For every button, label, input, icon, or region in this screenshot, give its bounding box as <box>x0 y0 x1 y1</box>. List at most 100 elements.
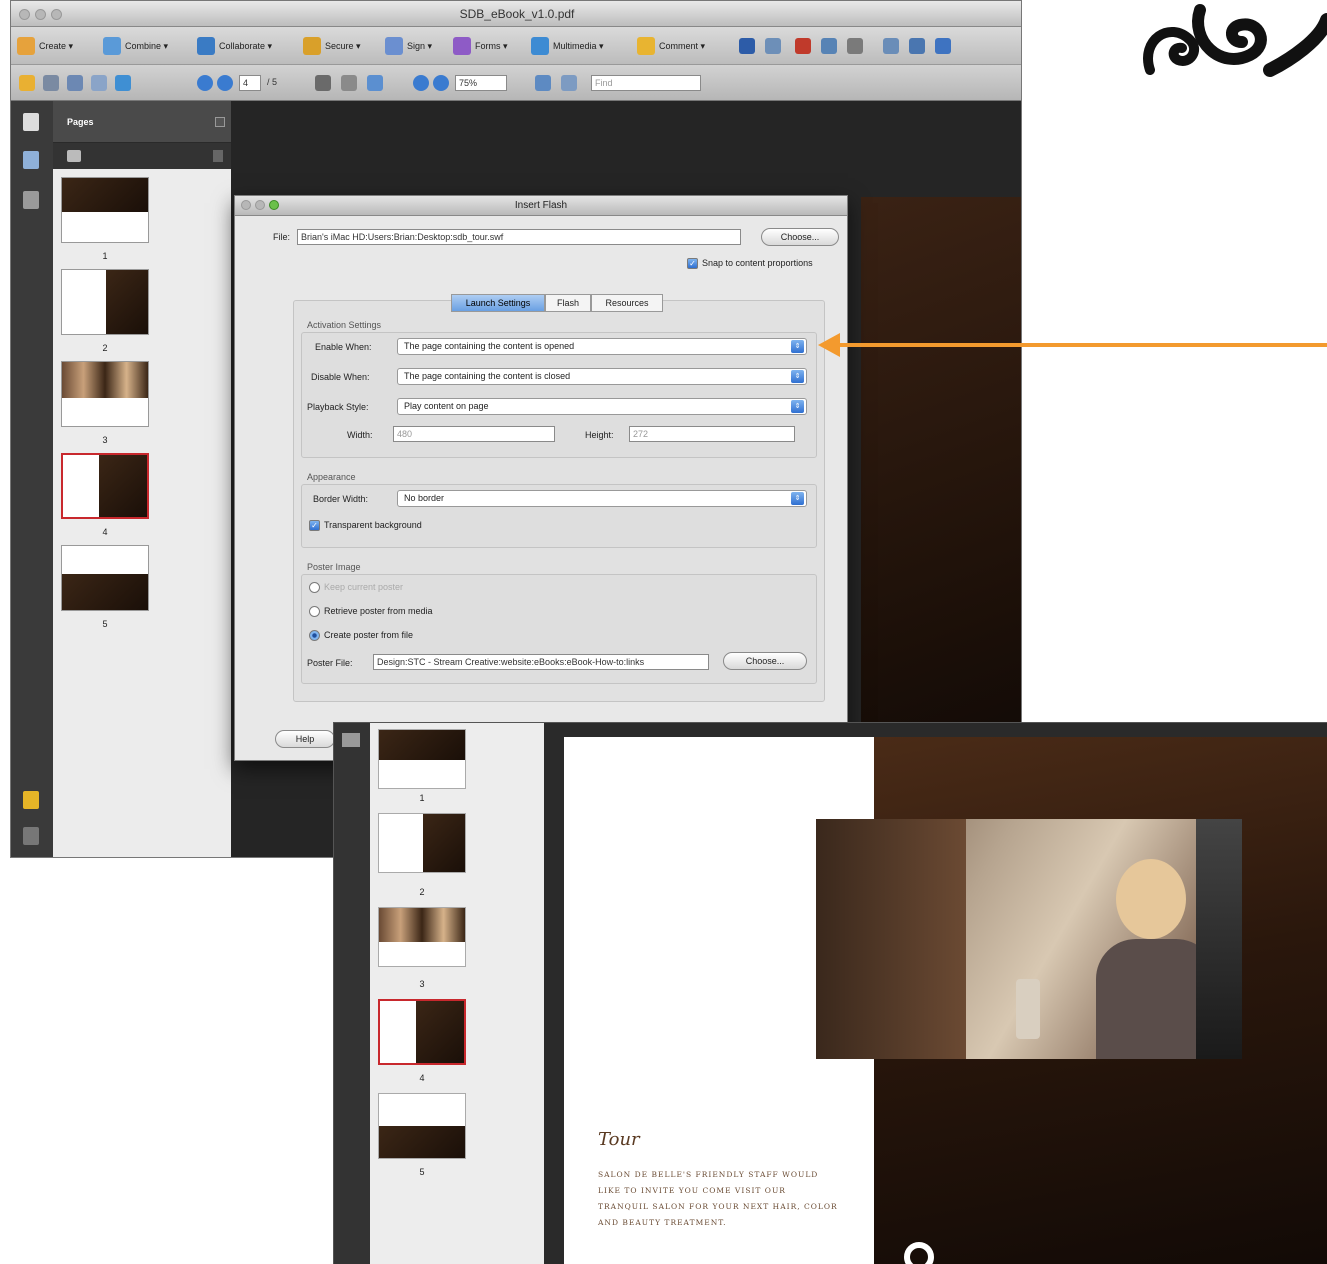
pages-panel-header: Pages <box>53 101 231 143</box>
create-button[interactable]: Create ▾ <box>17 37 73 55</box>
page-thumbnail[interactable] <box>378 907 466 967</box>
form-field-icon[interactable] <box>883 38 899 54</box>
border-width-select[interactable]: No border ⇕ <box>397 490 807 507</box>
keep-poster-radio[interactable]: Keep current poster <box>309 582 403 594</box>
dialog-title: Insert Flash <box>514 200 568 211</box>
tab-launch-settings[interactable]: Launch Settings <box>451 294 545 312</box>
page-number: 4 <box>419 1073 425 1083</box>
select-cursor-icon[interactable] <box>315 75 331 91</box>
comments-icon[interactable] <box>23 791 39 809</box>
height-input[interactable]: 272 <box>629 426 795 442</box>
page-number-input[interactable]: 4 <box>239 75 261 91</box>
forms-button[interactable]: Forms ▾ <box>453 37 508 55</box>
enable-when-label: Enable When: <box>315 342 372 352</box>
callout-arrow <box>838 343 1327 347</box>
photo-face-shape <box>1116 859 1186 939</box>
create-poster-radio[interactable]: Create poster from file <box>309 630 413 642</box>
swirl-logo-icon <box>1143 4 1327 77</box>
retrieve-poster-radio[interactable]: Retrieve poster from media <box>309 606 433 618</box>
width-input[interactable]: 480 <box>393 426 555 442</box>
globe-icon[interactable] <box>115 75 131 91</box>
find-input[interactable]: Find <box>591 75 701 91</box>
activation-settings-heading: Activation Settings <box>307 320 382 330</box>
pages-icon[interactable] <box>23 113 39 131</box>
page-thumbnail-selected[interactable] <box>61 453 149 519</box>
folder-icon[interactable] <box>19 75 35 91</box>
choose-file-button[interactable]: Choose... <box>761 228 839 246</box>
text-tool-icon[interactable] <box>795 38 811 54</box>
comment-button[interactable]: Comment ▾ <box>637 37 705 55</box>
attach-tool-icon[interactable] <box>847 38 863 54</box>
page-thumbnail[interactable] <box>378 729 466 789</box>
tour-heading: Tour <box>598 1129 640 1150</box>
combine-button[interactable]: Combine ▾ <box>103 37 168 55</box>
hand-icon[interactable] <box>341 75 357 91</box>
zoom-out-icon[interactable] <box>413 75 429 91</box>
sign-button[interactable]: Sign ▾ <box>385 37 432 55</box>
navigation-rail <box>334 723 370 1264</box>
photo-hair-shape <box>816 819 966 1059</box>
transparent-background-checkbox[interactable]: ✓ Transparent background <box>309 520 422 532</box>
panel-collapse-icon[interactable] <box>215 117 225 127</box>
tab-resources[interactable]: Resources <box>591 294 663 312</box>
link-tool-icon[interactable] <box>821 38 837 54</box>
help-button[interactable]: Help <box>275 730 335 748</box>
lock-icon <box>303 37 321 55</box>
dropdown-arrow-icon: ⇕ <box>791 340 804 353</box>
bookmarks-icon[interactable] <box>23 151 39 169</box>
page-number: 3 <box>102 435 108 445</box>
print-icon[interactable] <box>43 75 59 91</box>
page-thumbnail-selected[interactable] <box>378 999 466 1065</box>
full-screen-icon[interactable] <box>561 75 577 91</box>
salon-photo <box>816 819 1242 1059</box>
enable-when-select[interactable]: The page containing the content is opene… <box>397 338 807 355</box>
page-tool-icon[interactable] <box>909 38 925 54</box>
edit-tool-icon[interactable] <box>935 38 951 54</box>
fit-page-icon[interactable] <box>535 75 551 91</box>
photo-shelf-shape <box>1196 819 1242 1059</box>
previous-page-icon[interactable] <box>197 75 213 91</box>
checkbox-checked-icon: ✓ <box>309 520 320 532</box>
page-thumbnail[interactable] <box>378 1093 466 1159</box>
radio-icon <box>309 606 320 618</box>
page-total-label: / 5 <box>267 77 278 87</box>
pen-icon <box>385 37 403 55</box>
panel-divider[interactable] <box>544 723 564 1264</box>
navigation-rail <box>11 101 53 857</box>
multimedia-button[interactable]: Multimedia ▾ <box>531 37 604 55</box>
attachments-icon[interactable] <box>23 827 39 845</box>
choose-poster-button[interactable]: Choose... <box>723 652 807 670</box>
forms-icon <box>453 37 471 55</box>
page-thumbnail[interactable] <box>61 361 149 427</box>
poster-file-field[interactable]: Design:STC - Stream Creative:website:eBo… <box>373 654 709 670</box>
signatures-icon[interactable] <box>23 191 39 209</box>
document-page: Tour Salon de Belle's friendly staff wou… <box>564 737 1327 1264</box>
trash-icon[interactable] <box>213 150 223 162</box>
save-icon[interactable] <box>67 75 83 91</box>
snap-proportions-checkbox[interactable]: ✓ Snap to content proportions <box>687 258 813 270</box>
file-label: File: <box>273 232 291 242</box>
collaborate-button[interactable]: Collaborate ▾ <box>197 37 272 55</box>
pages-options-bar <box>53 143 231 169</box>
text-field-icon[interactable] <box>765 38 781 54</box>
zoom-select[interactable]: 75% <box>455 75 507 91</box>
title-bar: SDB_eBook_v1.0.pdf <box>11 1 1021 27</box>
zoom-tool-icon[interactable] <box>367 75 383 91</box>
options-icon[interactable] <box>67 150 81 162</box>
zoom-in-icon[interactable] <box>433 75 449 91</box>
playback-style-select[interactable]: Play content on page ⇕ <box>397 398 807 415</box>
signatures-icon[interactable] <box>342 733 360 747</box>
file-path-field[interactable]: Brian's iMac HD:Users:Brian:Desktop:sdb_… <box>297 229 741 245</box>
email-icon[interactable] <box>91 75 107 91</box>
tab-flash[interactable]: Flash <box>545 294 591 312</box>
select-tool-icon[interactable] <box>739 38 755 54</box>
secure-button[interactable]: Secure ▾ <box>303 37 361 55</box>
page-thumbnail[interactable] <box>378 813 466 873</box>
page-thumbnail[interactable] <box>61 269 149 335</box>
arrowhead-icon <box>818 333 840 357</box>
page-thumbnail[interactable] <box>61 545 149 611</box>
next-page-icon[interactable] <box>217 75 233 91</box>
page-thumbnail[interactable] <box>61 177 149 243</box>
film-icon <box>531 37 549 55</box>
disable-when-select[interactable]: The page containing the content is close… <box>397 368 807 385</box>
